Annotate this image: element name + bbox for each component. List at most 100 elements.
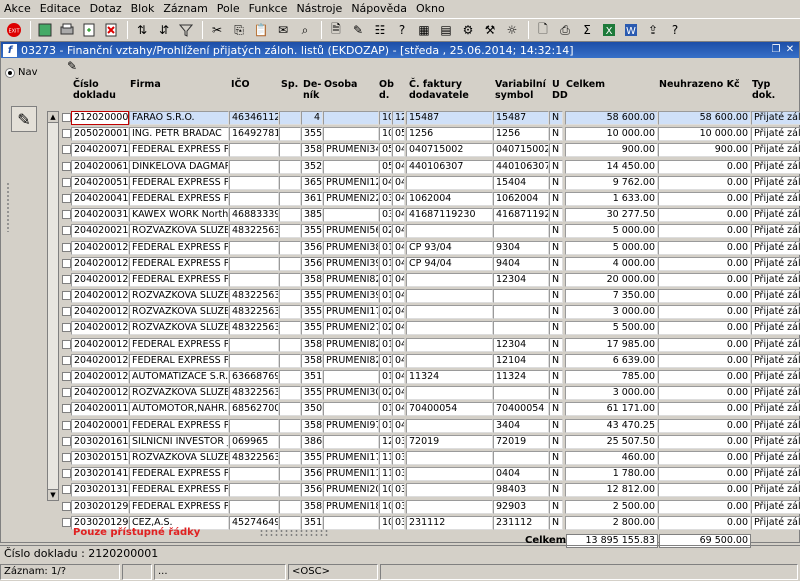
cell-vs[interactable]: 9304 — [493, 240, 549, 255]
cell-vs[interactable]: 9404 — [493, 256, 549, 271]
cell-o2[interactable]: 05 — [392, 127, 405, 142]
cell-typ[interactable]: Přijaté záloh — [751, 240, 800, 255]
cell-celkem[interactable]: 2 500.00 — [565, 499, 658, 514]
cell-denik[interactable]: 361 — [301, 191, 323, 206]
page-icon[interactable]: 🗋 — [533, 20, 553, 40]
cell-ico[interactable]: 48322563 — [229, 386, 279, 401]
cell-neuhr[interactable]: 0.00 — [658, 321, 751, 336]
cell-ico[interactable] — [229, 191, 279, 206]
cell-udd[interactable]: N — [549, 240, 563, 255]
navigation-icon[interactable]: ✎ — [11, 106, 37, 132]
cell-neuhr[interactable]: 0.00 — [658, 240, 751, 255]
cell-typ[interactable]: Přijaté záloh — [751, 143, 800, 158]
table-row[interactable]: 2040200129FEDERAL EXPRESS PRG 356PRUMENI3… — [45, 240, 800, 256]
cell-celkem[interactable]: 1 780.00 — [565, 467, 658, 482]
cell-firma[interactable]: FEDERAL EXPRESS PRG — [129, 191, 229, 206]
query-icon[interactable]: ? — [392, 20, 412, 40]
cell-osoba[interactable]: PRUMENI824 F — [323, 337, 379, 352]
cell-denik[interactable]: 350 — [301, 402, 323, 417]
cell-neuhr[interactable]: 0.00 — [658, 191, 751, 206]
cell-ico[interactable]: 48322563 — [229, 305, 279, 320]
row-checkbox[interactable] — [62, 161, 71, 171]
cell-neuhr[interactable]: 0.00 — [658, 386, 751, 401]
table-row[interactable]: 2030201512 ROZVAZKOVA SLUZBA 48322563 355 PR… — [45, 450, 800, 466]
cell-celkem[interactable]: 460.00 — [565, 450, 658, 465]
cell-osoba[interactable]: PRUMENI1223 — [323, 175, 379, 190]
cell-firma[interactable]: FEDERAL EXPRESS PRG — [129, 418, 229, 433]
cell-udd[interactable]: N — [549, 321, 563, 336]
cell-o1[interactable]: 01 — [379, 240, 392, 255]
cell-denik[interactable]: 365 — [301, 175, 323, 190]
cell-ico[interactable]: 069965 — [229, 434, 279, 449]
cell-udd[interactable]: N — [549, 402, 563, 417]
cell-osoba[interactable] — [323, 208, 379, 223]
horizontal-scroll-grip[interactable] — [259, 529, 329, 537]
cell-denik[interactable]: 355 — [301, 386, 323, 401]
cell-sp[interactable] — [279, 370, 301, 384]
cell-typ[interactable]: Přijaté záloh — [751, 450, 800, 465]
cell-vs[interactable] — [493, 289, 549, 304]
cell-sp[interactable] — [279, 483, 301, 498]
cell-sp[interactable] — [279, 289, 301, 304]
cell-osoba[interactable]: PRUMENI1885 — [323, 499, 379, 514]
row-checkbox[interactable] — [62, 404, 71, 414]
row-checkbox[interactable] — [62, 420, 71, 430]
row-checkbox[interactable] — [62, 323, 71, 333]
cell-ico[interactable]: 48322563 — [229, 224, 279, 239]
cell-udd[interactable]: N — [549, 337, 563, 352]
cell-celkem[interactable]: 2 800.00 — [565, 515, 658, 530]
cell-udd[interactable]: N — [549, 208, 563, 223]
menu-item[interactable]: Akce — [4, 2, 31, 15]
cell-firma[interactable]: FEDERAL EXPRESS PRG — [129, 240, 229, 255]
table-row[interactable]: 2040200120 ROZVAZKOVA SLUZBA 48322563 355 PR… — [45, 385, 800, 401]
cell-celkem[interactable]: 900.00 — [565, 143, 658, 158]
cell-udd[interactable]: N — [549, 143, 563, 158]
row-checkbox[interactable] — [62, 339, 71, 349]
cell-sp[interactable] — [279, 305, 301, 320]
cell-udd[interactable]: N — [549, 191, 563, 206]
cell-doc[interactable]: 2040200123 — [71, 337, 129, 352]
cell-osoba[interactable] — [323, 515, 379, 530]
cell-doc[interactable]: 2120200001 — [71, 111, 129, 125]
cell-vs[interactable]: 0404 — [493, 467, 549, 482]
cell-neuhr[interactable]: 0.00 — [658, 353, 751, 368]
row-checkbox[interactable] — [62, 307, 71, 317]
cell-typ[interactable]: Přijaté záloh — [751, 353, 800, 368]
edit-icon[interactable]: ✎ — [348, 20, 368, 40]
cell-sp[interactable] — [279, 191, 301, 206]
row-checkbox[interactable] — [62, 517, 71, 527]
cell-denik[interactable]: 351 — [301, 515, 323, 530]
cell-osoba[interactable]: PRUMENI3965 — [323, 289, 379, 304]
cell-vs[interactable]: 15404 — [493, 175, 549, 190]
cell-o1[interactable]: 11 — [379, 467, 392, 482]
cell-vs[interactable]: 70400054 — [493, 402, 549, 417]
row-checkbox[interactable] — [62, 242, 71, 252]
cell-neuhr[interactable]: 58 600.00 — [658, 111, 751, 125]
cell-doc[interactable]: 2040200120 — [71, 386, 129, 401]
resize-grip[interactable] — [6, 182, 10, 232]
cell-o2[interactable]: 04 — [392, 321, 405, 336]
table-row[interactable]: 2040200012FEDERAL EXPRESS PRG 358PRUMENI9… — [45, 418, 800, 434]
cell-typ[interactable]: Přijaté záloh — [751, 370, 800, 384]
cell-doc[interactable]: 2040200125 — [71, 305, 129, 320]
close-icon[interactable]: ✕ — [785, 45, 795, 55]
cell-fak[interactable]: CP 93/04 — [406, 240, 493, 255]
cell-o1[interactable]: 02 — [379, 305, 392, 320]
cell-udd[interactable]: N — [549, 256, 563, 271]
cell-ico[interactable] — [229, 272, 279, 287]
cell-fak[interactable] — [406, 337, 493, 352]
cell-sp[interactable] — [279, 467, 301, 482]
cell-neuhr[interactable]: 0.00 — [658, 224, 751, 239]
cell-sp[interactable] — [279, 515, 301, 530]
cell-firma[interactable]: ROZVAZKOVA SLUZBA — [129, 224, 229, 239]
cell-o1[interactable]: 01 — [379, 256, 392, 271]
config-icon[interactable]: ⚙ — [458, 20, 478, 40]
cell-sp[interactable] — [279, 224, 301, 239]
table-row[interactable]: 2030201612 SILNICNI INVESTOR _1 069965 386 1… — [45, 434, 800, 450]
cell-firma[interactable]: KAWEX WORK North Ryc — [129, 208, 229, 223]
cell-celkem[interactable]: 5 000.00 — [565, 224, 658, 239]
cell-denik[interactable]: 351 — [301, 370, 323, 384]
cell-fak[interactable] — [406, 289, 493, 304]
cell-o2[interactable]: 04 — [392, 175, 405, 190]
menu-item[interactable]: Nápověda — [351, 2, 407, 15]
